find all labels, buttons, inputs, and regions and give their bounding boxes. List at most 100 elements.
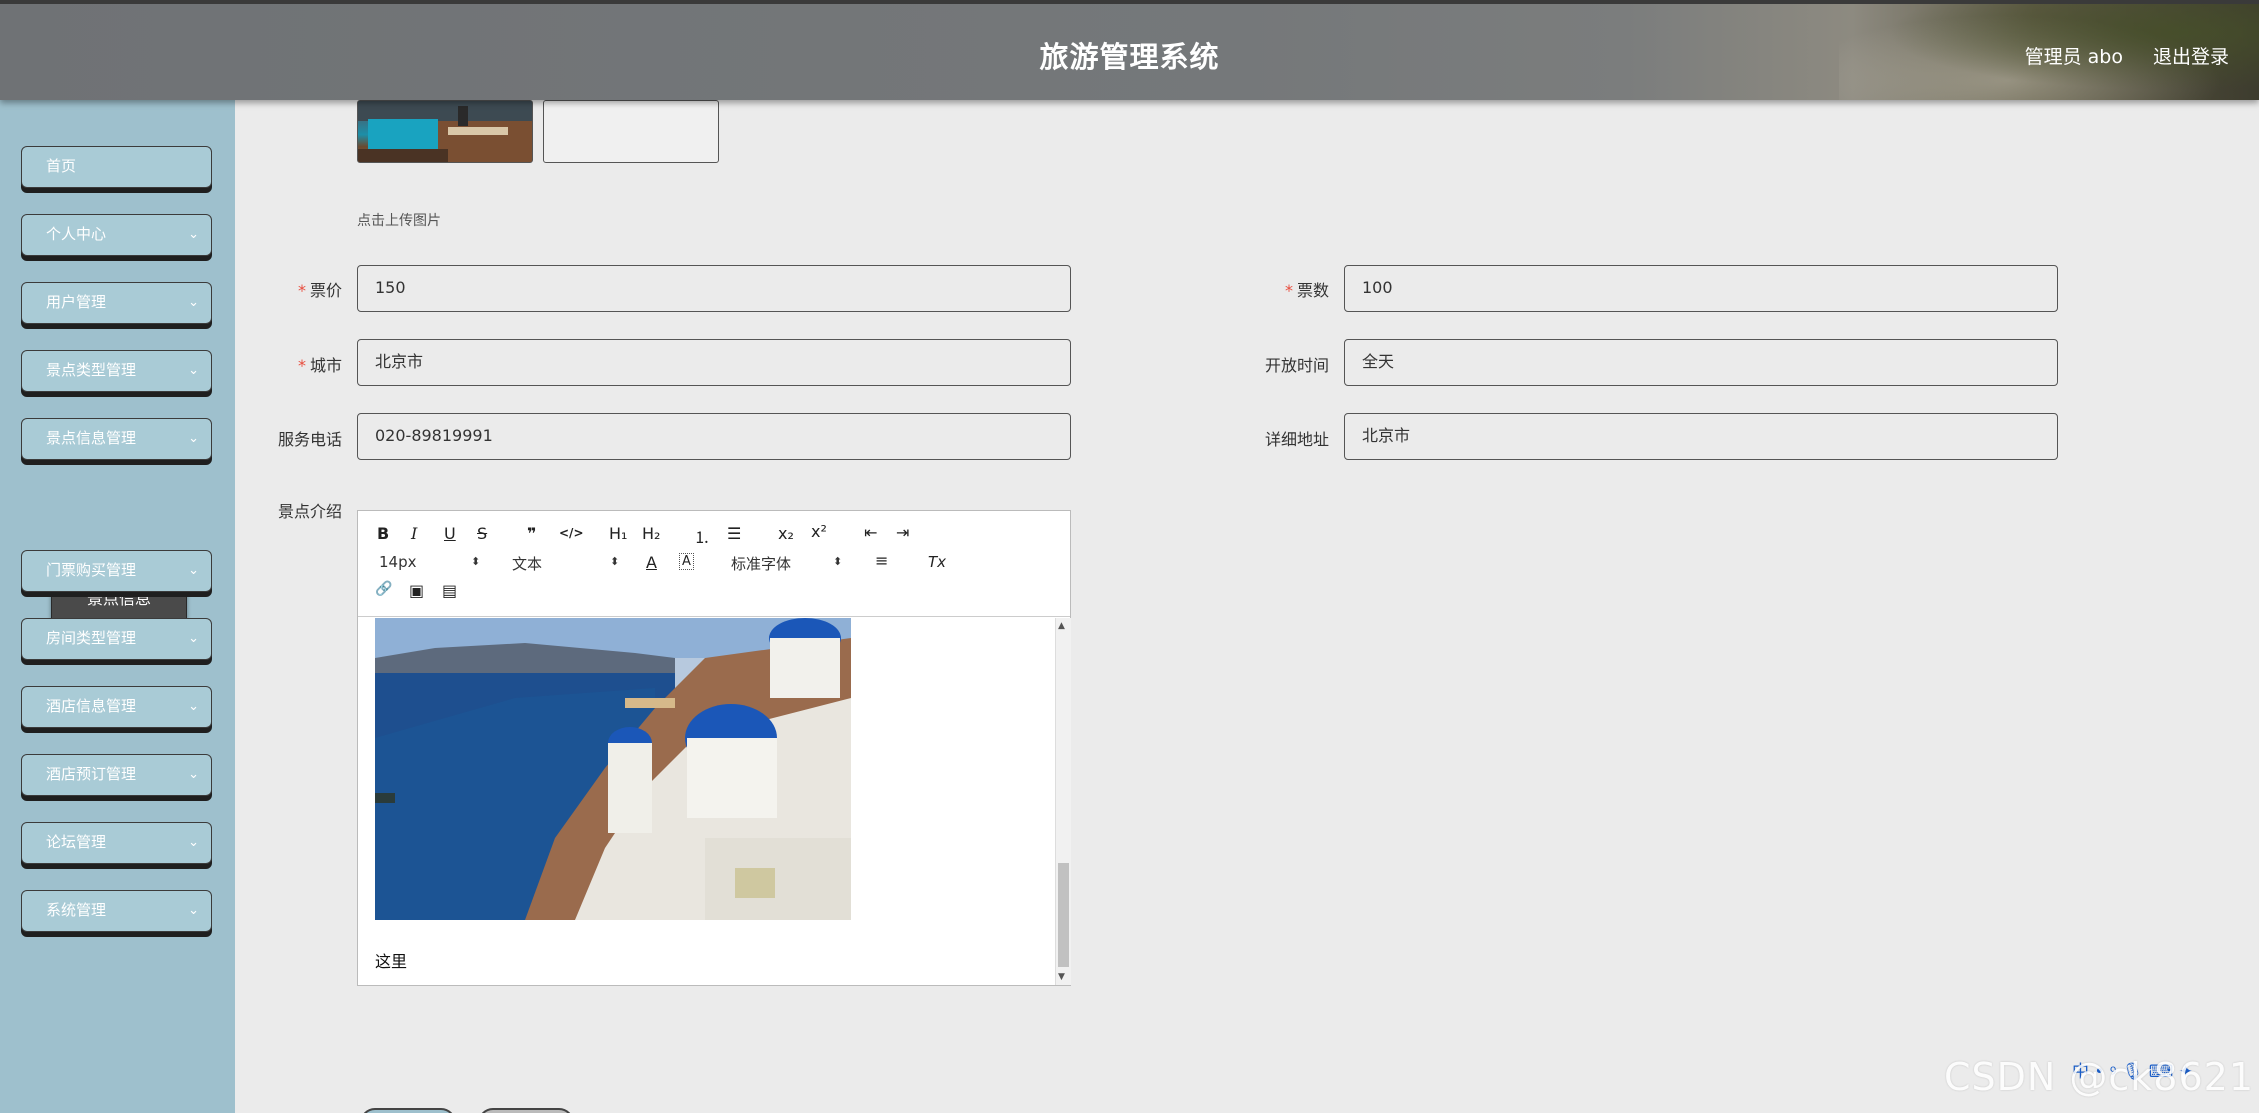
ordered-list-icon[interactable]: ⒈ — [694, 524, 710, 548]
logout-link[interactable]: 退出登录 — [2153, 42, 2229, 69]
sidebar-item-label: 论坛管理 — [46, 833, 107, 851]
intro-label: 景点介绍 — [277, 502, 342, 521]
scroll-down-icon[interactable]: ▼ — [1058, 972, 1065, 982]
outdent-icon[interactable]: ⇤ — [864, 523, 877, 542]
font-family-value: 标准字体 — [731, 555, 792, 573]
sidebar-item-label: 个人中心 — [46, 225, 107, 243]
underline-icon[interactable]: U — [444, 524, 456, 543]
indent-icon[interactable]: ⇥ — [896, 523, 909, 542]
sidebar-item-home[interactable]: 首页 — [21, 146, 212, 188]
sidebar: 首页 个人中心 ⌄ 用户管理 ⌄ 景点类型管理 ⌄ 景点信息管理 ⌄ 景点信息 … — [0, 100, 235, 1113]
sidebar-item-hotel-bookings[interactable]: 酒店预订管理 ⌄ — [21, 754, 212, 796]
open-time-input[interactable]: 全天 — [1344, 339, 2058, 386]
sidebar-item-spot-info[interactable]: 景点信息管理 ⌄ — [21, 418, 212, 460]
sidebar-item-label: 系统管理 — [46, 901, 107, 919]
sidebar-item-label: 酒店信息管理 — [46, 697, 137, 715]
required-mark: * — [1284, 281, 1293, 300]
sidebar-item-hotels[interactable]: 酒店信息管理 ⌄ — [21, 686, 212, 728]
heading1-icon[interactable]: H₁ — [609, 524, 627, 543]
sidebar-item-label: 首页 — [46, 157, 77, 175]
santorini-illustration — [375, 618, 851, 920]
address-input[interactable]: 北京市 — [1344, 413, 2058, 460]
editor-scrollbar[interactable]: ▲ ▼ — [1055, 618, 1071, 985]
bullet-list-icon[interactable]: ☰ — [727, 524, 741, 543]
font-size-value: 14px — [379, 553, 417, 571]
cancel-button[interactable] — [478, 1108, 574, 1113]
select-arrows-icon: ⬍ — [471, 555, 481, 568]
sidebar-item-label: 酒店预订管理 — [46, 765, 137, 783]
heading2-icon[interactable]: H₂ — [642, 524, 660, 543]
chevron-down-icon: ⌄ — [188, 363, 199, 378]
editor-text: 这里 — [375, 952, 408, 971]
clear-format-icon[interactable]: Tx — [928, 553, 946, 571]
chevron-down-icon: ⌄ — [188, 227, 199, 242]
required-mark: * — [297, 281, 306, 300]
santorini-photo — [375, 618, 851, 920]
chevron-down-icon: ⌄ — [188, 767, 199, 782]
top-header: 旅游管理系统 管理员 abo 退出登录 — [0, 0, 2259, 100]
sidebar-item-room-types[interactable]: 房间类型管理 ⌄ — [21, 618, 212, 660]
superscript-icon[interactable]: x² — [811, 522, 827, 541]
chevron-down-icon: ⌄ — [188, 563, 199, 578]
sidebar-item-users[interactable]: 用户管理 ⌄ — [21, 282, 212, 324]
sidebar-item-label: 门票购买管理 — [46, 561, 137, 579]
chevron-down-icon: ⌄ — [188, 431, 199, 446]
sidebar-item-label: 房间类型管理 — [46, 629, 137, 647]
tickets-label-text: 票数 — [1296, 281, 1329, 300]
quote-icon[interactable]: ❞ — [527, 524, 536, 543]
font-size-select[interactable]: 14px ⬍ — [379, 553, 481, 571]
editor-content[interactable]: 这里 — [358, 618, 1055, 985]
submit-button[interactable] — [360, 1108, 456, 1113]
editor-toolbar: B I U S ❞ </> H₁ H₂ ⒈ ☰ x₂ x² ⇤ ⇥ 14px ⬍… — [358, 511, 1070, 617]
phone-label: 服务电话 — [277, 430, 342, 449]
sidebar-item-label: 用户管理 — [46, 293, 107, 311]
sidebar-item-spot-types[interactable]: 景点类型管理 ⌄ — [21, 350, 212, 392]
sidebar-item-tickets[interactable]: 门票购买管理 ⌄ — [21, 550, 212, 592]
required-mark: * — [297, 356, 306, 375]
city-label-text: 城市 — [309, 356, 342, 375]
chevron-down-icon: ⌄ — [188, 903, 199, 918]
scroll-up-icon[interactable]: ▲ — [1058, 621, 1065, 631]
price-label-text: 票价 — [309, 281, 342, 300]
bold-icon[interactable]: B — [377, 524, 389, 543]
sidebar-item-forum[interactable]: 论坛管理 ⌄ — [21, 822, 212, 864]
sidebar-item-profile[interactable]: 个人中心 ⌄ — [21, 214, 212, 256]
chevron-down-icon: ⌄ — [188, 699, 199, 714]
sidebar-item-label: 景点信息管理 — [46, 429, 137, 447]
text-format-select[interactable]: 文本 ⬍ — [512, 553, 622, 574]
font-color-icon[interactable]: A — [646, 553, 657, 572]
link-icon[interactable]: 🔗 — [375, 581, 392, 597]
chevron-down-icon: ⌄ — [188, 631, 199, 646]
align-icon[interactable]: ≡ — [875, 551, 888, 570]
video-icon[interactable]: ▤ — [442, 581, 457, 600]
strike-icon[interactable]: S — [477, 524, 487, 543]
open-time-label: 开放时间 — [1264, 356, 1329, 375]
phone-input[interactable]: 020-89819991 — [357, 413, 1071, 460]
price-label: * 票价 — [222, 277, 342, 301]
tickets-input[interactable]: 100 — [1344, 265, 2058, 312]
tickets-label: * 票数 — [1209, 277, 1329, 301]
italic-icon[interactable]: I — [411, 524, 417, 543]
image-upload-box[interactable] — [543, 100, 719, 163]
background-color-icon[interactable]: A — [679, 553, 694, 570]
city-label: * 城市 — [222, 352, 342, 376]
subscript-icon[interactable]: x₂ — [778, 524, 794, 543]
select-arrows-icon: ⬍ — [833, 555, 843, 568]
resort-photo — [358, 101, 532, 162]
select-arrows-icon: ⬍ — [610, 555, 620, 568]
image-icon[interactable]: ▣ — [409, 581, 424, 600]
watermark: CSDN @ck8621 — [1943, 1055, 2254, 1099]
chevron-down-icon: ⌄ — [188, 835, 199, 850]
rich-text-editor[interactable]: B I U S ❞ </> H₁ H₂ ⒈ ☰ x₂ x² ⇤ ⇥ 14px ⬍… — [357, 510, 1071, 986]
scrollbar-thumb[interactable] — [1058, 863, 1069, 967]
upload-tip: 点击上传图片 — [357, 213, 441, 229]
city-input[interactable]: 北京市 — [357, 339, 1071, 386]
code-icon[interactable]: </> — [559, 526, 584, 540]
price-input[interactable]: 150 — [357, 265, 1071, 312]
sidebar-item-system[interactable]: 系统管理 ⌄ — [21, 890, 212, 932]
font-family-select[interactable]: 标准字体 ⬍ — [731, 553, 851, 574]
uploaded-image-thumbnail[interactable] — [357, 100, 533, 163]
chevron-down-icon: ⌄ — [188, 295, 199, 310]
text-format-value: 文本 — [512, 555, 543, 573]
sidebar-item-label: 景点类型管理 — [46, 361, 137, 379]
